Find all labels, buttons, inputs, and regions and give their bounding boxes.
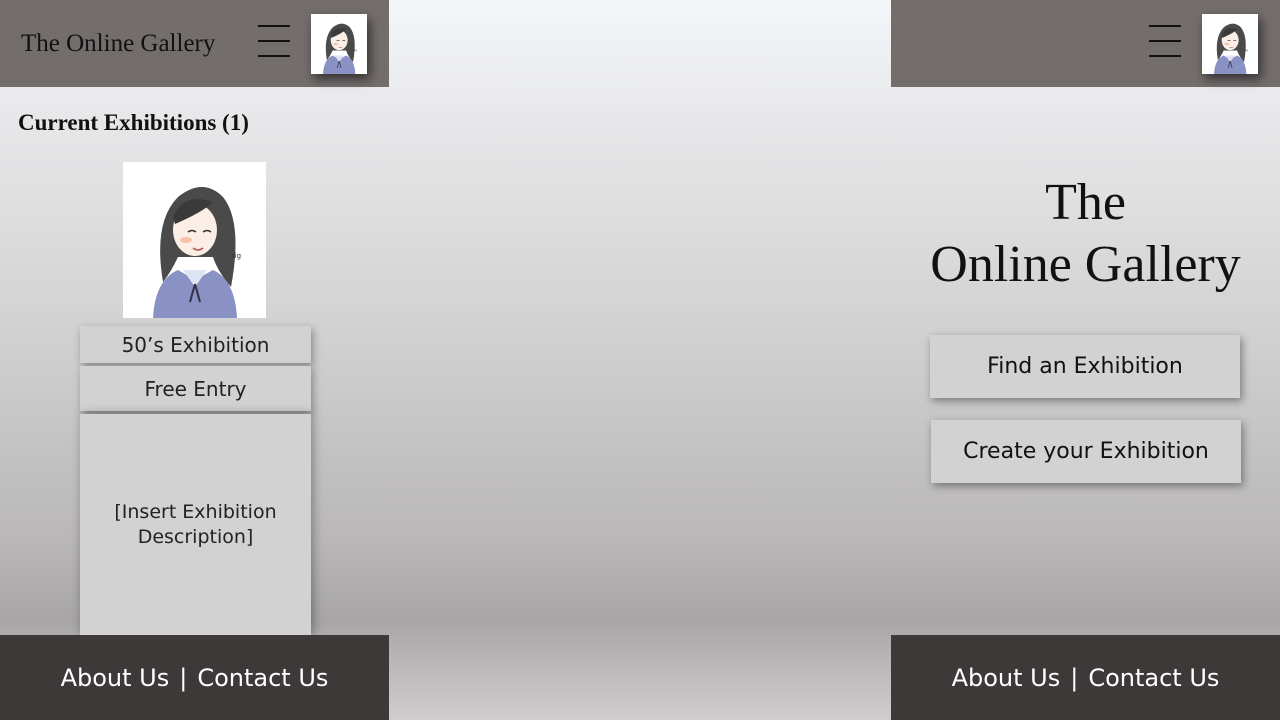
contact-us-link[interactable]: Contact Us xyxy=(197,664,328,692)
header: The Online Gallery xyxy=(0,0,389,87)
find-exhibition-button[interactable]: Find an Exhibition xyxy=(930,335,1240,398)
hero-title-line1: The xyxy=(1045,174,1126,231)
footer: About Us | Contact Us xyxy=(0,635,389,720)
exhibition-name-label: 50’s Exhibition xyxy=(121,332,270,357)
about-us-link[interactable]: About Us xyxy=(61,664,170,692)
brand-title[interactable]: The Online Gallery xyxy=(21,30,215,58)
exhibition-description: [Insert Exhibition Description] xyxy=(80,414,311,635)
exhibition-image[interactable] xyxy=(123,162,266,318)
hero-title: The Online Gallery xyxy=(891,172,1280,296)
footer: About Us | Contact Us xyxy=(891,635,1280,720)
right-panel: The Online Gallery Find an Exhibition Cr… xyxy=(891,0,1280,720)
footer-separator: | xyxy=(179,663,188,692)
left-panel: The Online Gallery Current Exhibitions (… xyxy=(0,0,389,720)
exhibition-description-text: [Insert Exhibition Description] xyxy=(114,500,277,548)
contact-us-link[interactable]: Contact Us xyxy=(1088,664,1219,692)
section-title: Current Exhibitions (1) xyxy=(18,110,249,135)
footer-separator: | xyxy=(1070,663,1079,692)
hamburger-menu-icon[interactable] xyxy=(258,25,290,58)
hamburger-menu-icon[interactable] xyxy=(1149,25,1181,58)
user-avatar-icon[interactable] xyxy=(1202,14,1258,74)
about-us-link[interactable]: About Us xyxy=(952,664,1061,692)
header xyxy=(891,0,1280,87)
exhibition-name[interactable]: 50’s Exhibition xyxy=(80,326,311,363)
user-avatar-icon[interactable] xyxy=(311,14,367,74)
exhibition-entry: Free Entry xyxy=(80,366,311,411)
create-exhibition-button[interactable]: Create your Exhibition xyxy=(931,420,1241,483)
hero-title-line2: Online Gallery xyxy=(930,236,1241,293)
exhibition-entry-label: Free Entry xyxy=(144,376,247,401)
